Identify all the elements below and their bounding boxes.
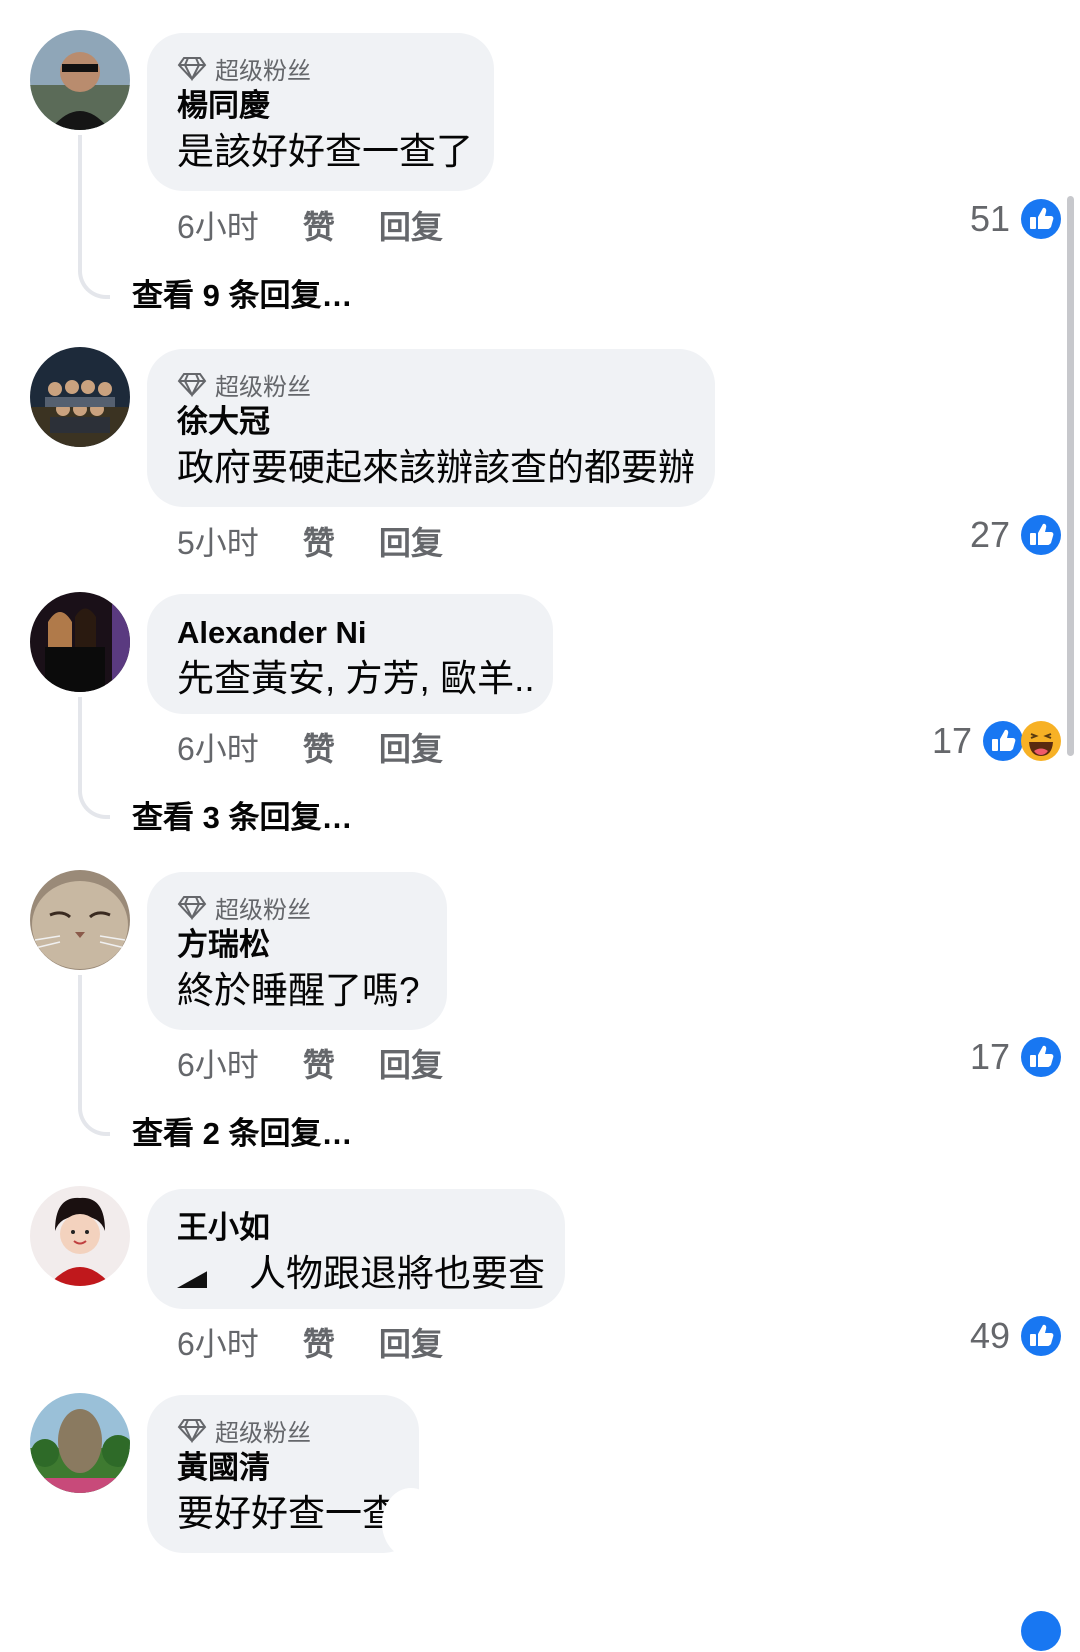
view-replies-link[interactable]: 查看 9 条回复… [132, 270, 352, 315]
thread-line [78, 975, 110, 1136]
author-name[interactable]: 方瑞松 [177, 924, 417, 966]
super-fan-badge: 超级粉丝 [177, 1413, 389, 1447]
reply-button[interactable]: 回复 [379, 1319, 443, 1365]
avatar[interactable] [30, 1393, 130, 1493]
diamond-icon [177, 373, 207, 397]
avatar[interactable] [30, 1186, 130, 1286]
super-fan-badge: 超级粉丝 [177, 367, 685, 401]
comment-text: 人物跟退將也要查 [177, 1249, 545, 1299]
reaction-count: 17 [969, 1036, 1010, 1077]
like-icon [1021, 199, 1061, 239]
scrollbar[interactable] [1067, 196, 1074, 756]
reaction-count: 51 [969, 198, 1010, 239]
reaction-summary[interactable]: 49 [970, 1315, 1062, 1357]
avatar[interactable] [30, 347, 130, 447]
like-icon [1021, 1316, 1061, 1356]
super-fan-badge: 超级粉丝 [177, 890, 417, 924]
comment-bubble: 超级粉丝 方瑞松 終於睡醒了嗎? [147, 872, 447, 1030]
diamond-icon [177, 896, 207, 920]
badge-label: 超级粉丝 [215, 896, 311, 924]
reply-button[interactable]: 回复 [379, 724, 443, 770]
author-name[interactable]: 黃國清 [177, 1447, 389, 1489]
reaction-summary[interactable] [1010, 1610, 1062, 1652]
comment-bubble: 超级粉丝 徐大冠 政府要硬起來該辦該查的都要辦 [147, 349, 715, 507]
timestamp[interactable]: 6小时 [177, 724, 259, 770]
watermark-swirl [382, 1488, 440, 1558]
timestamp[interactable]: 5小时 [177, 518, 259, 564]
like-icon [1021, 515, 1061, 555]
like-icon [1021, 1611, 1061, 1651]
timestamp[interactable]: 6小时 [177, 1319, 259, 1365]
reaction-count: 49 [969, 1315, 1010, 1356]
like-button[interactable]: 赞 [303, 1040, 335, 1086]
diamond-icon [177, 57, 207, 81]
reaction-summary[interactable]: 17 [970, 1036, 1062, 1078]
timestamp[interactable]: 6小时 [177, 202, 259, 248]
reply-button[interactable]: 回复 [379, 202, 443, 248]
author-name[interactable]: 徐大冠 [177, 401, 685, 443]
diamond-icon [177, 1419, 207, 1443]
reaction-summary[interactable]: 51 [970, 198, 1062, 240]
comment-text: 政府要硬起來該辦該查的都要辦 [177, 447, 695, 488]
like-button[interactable]: 赞 [303, 518, 335, 564]
comment-text: 終於睡醒了嗎? [177, 970, 420, 1011]
thread-line [78, 697, 110, 819]
comment-bubble: 超级粉丝 黃國清 要好好查一查 [147, 1395, 419, 1553]
author-name[interactable]: Alexander Ni [177, 612, 523, 654]
comment-text: 先查黃安, 方芳, 歐羊.. [177, 658, 535, 699]
comment-text: 要好好查一查 [177, 1493, 399, 1534]
thread-line [78, 135, 110, 299]
author-name[interactable]: 王小如 [177, 1207, 535, 1249]
comment-bubble: 超级粉丝 楊同慶 是該好好查一查了 [147, 33, 494, 191]
like-button[interactable]: 赞 [303, 1319, 335, 1365]
reply-button[interactable]: 回复 [379, 1040, 443, 1086]
badge-label: 超级粉丝 [215, 57, 311, 85]
author-name[interactable]: 楊同慶 [177, 85, 464, 127]
avatar[interactable] [30, 592, 130, 692]
avatar[interactable] [30, 30, 130, 130]
comment-bubble: Alexander Ni 先查黃安, 方芳, 歐羊.. [147, 594, 553, 714]
view-replies-link[interactable]: 查看 3 条回复… [132, 792, 352, 837]
reply-button[interactable]: 回复 [379, 518, 443, 564]
badge-label: 超级粉丝 [215, 373, 311, 401]
reaction-summary[interactable]: 17 [932, 720, 1062, 762]
comment-bubble: 王小如 人物跟退將也要查 [147, 1189, 565, 1309]
reaction-count: 17 [931, 720, 972, 761]
reaction-summary[interactable]: 27 [970, 514, 1062, 556]
like-button[interactable]: 赞 [303, 202, 335, 248]
view-replies-link[interactable]: 查看 2 条回复… [132, 1108, 352, 1153]
like-button[interactable]: 赞 [303, 724, 335, 770]
avatar[interactable] [30, 870, 130, 970]
redacted-text-block [177, 1271, 207, 1288]
like-icon [1021, 1037, 1061, 1077]
badge-label: 超级粉丝 [215, 1419, 311, 1447]
timestamp[interactable]: 6小时 [177, 1040, 259, 1086]
comment-text: 是該好好查一查了 [177, 131, 473, 172]
like-icon [983, 721, 1023, 761]
haha-icon [1021, 721, 1061, 761]
super-fan-badge: 超级粉丝 [177, 51, 464, 85]
reaction-count: 27 [969, 514, 1010, 555]
